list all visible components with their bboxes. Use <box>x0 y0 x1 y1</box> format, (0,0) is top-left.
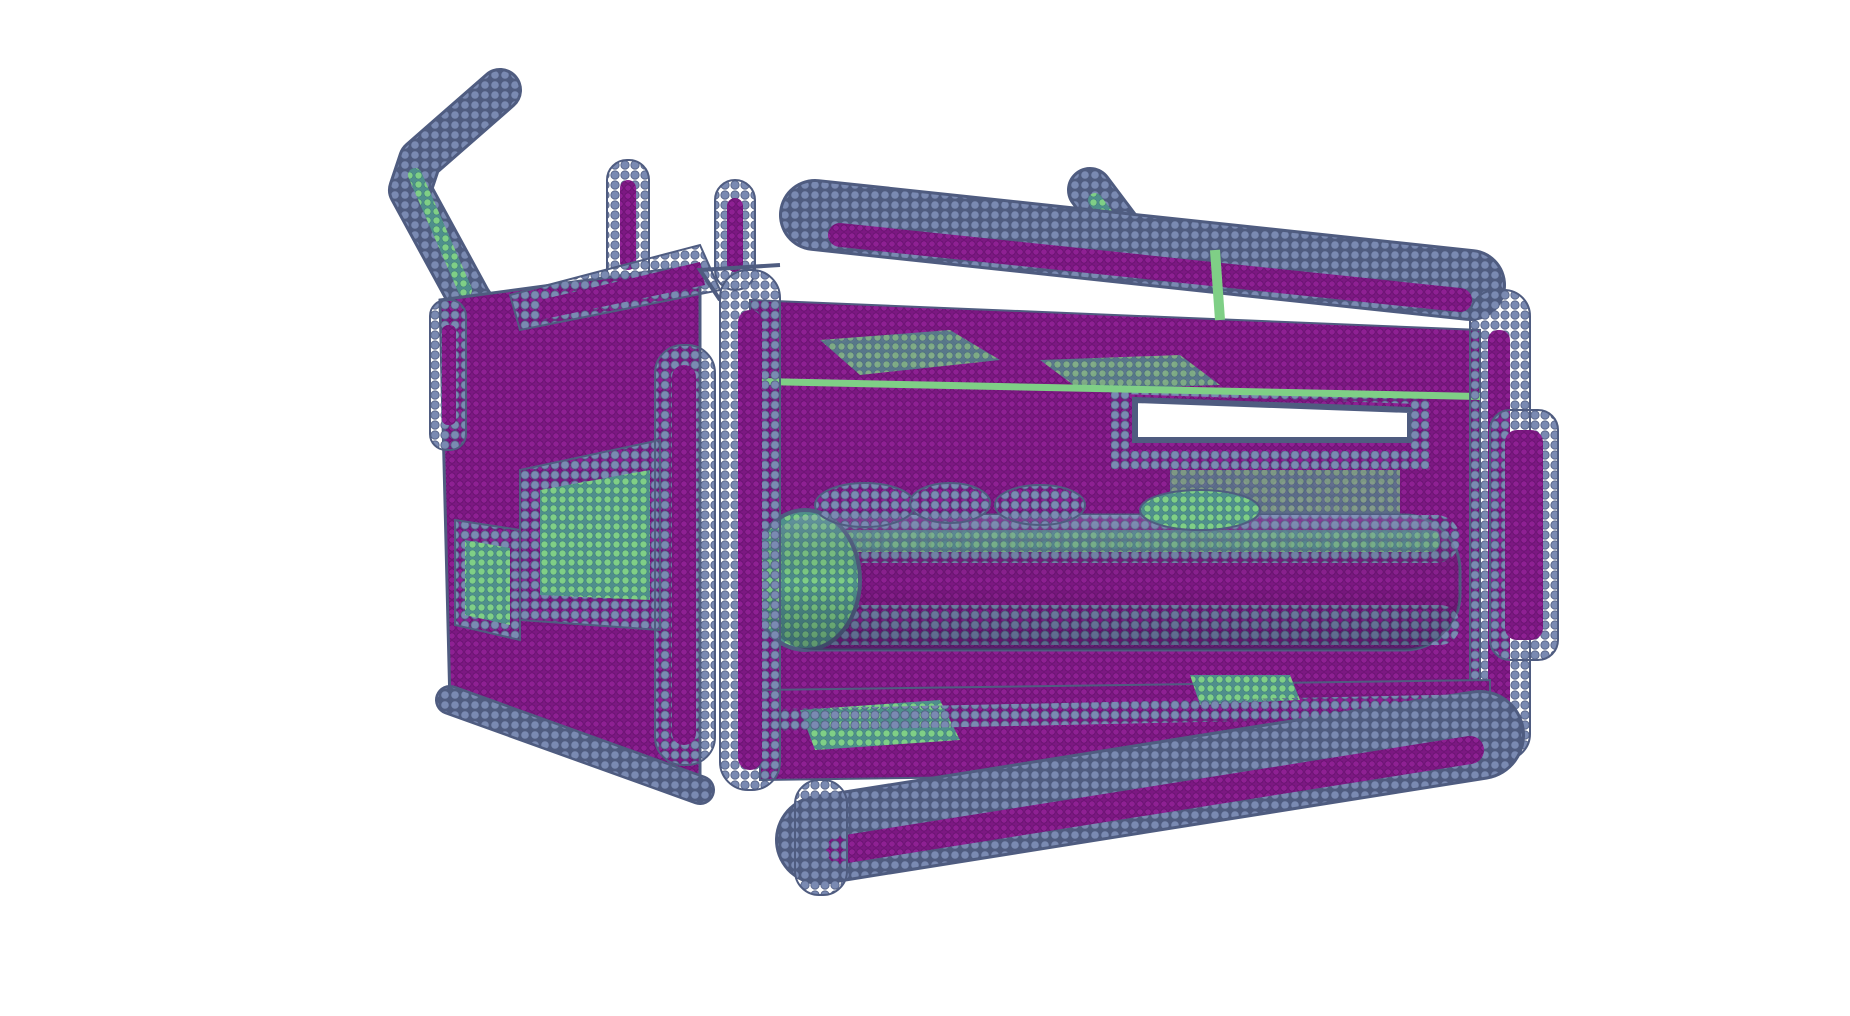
top-front-rail <box>779 179 1506 321</box>
central-cylinder <box>748 508 1462 652</box>
bottom-rail-underside <box>769 694 1491 731</box>
rendered-frame-scene <box>388 68 1559 896</box>
inner-left-cylinder <box>519 438 661 632</box>
cylinder-bumps <box>814 482 1261 531</box>
ceiling-panel <box>749 298 1481 400</box>
